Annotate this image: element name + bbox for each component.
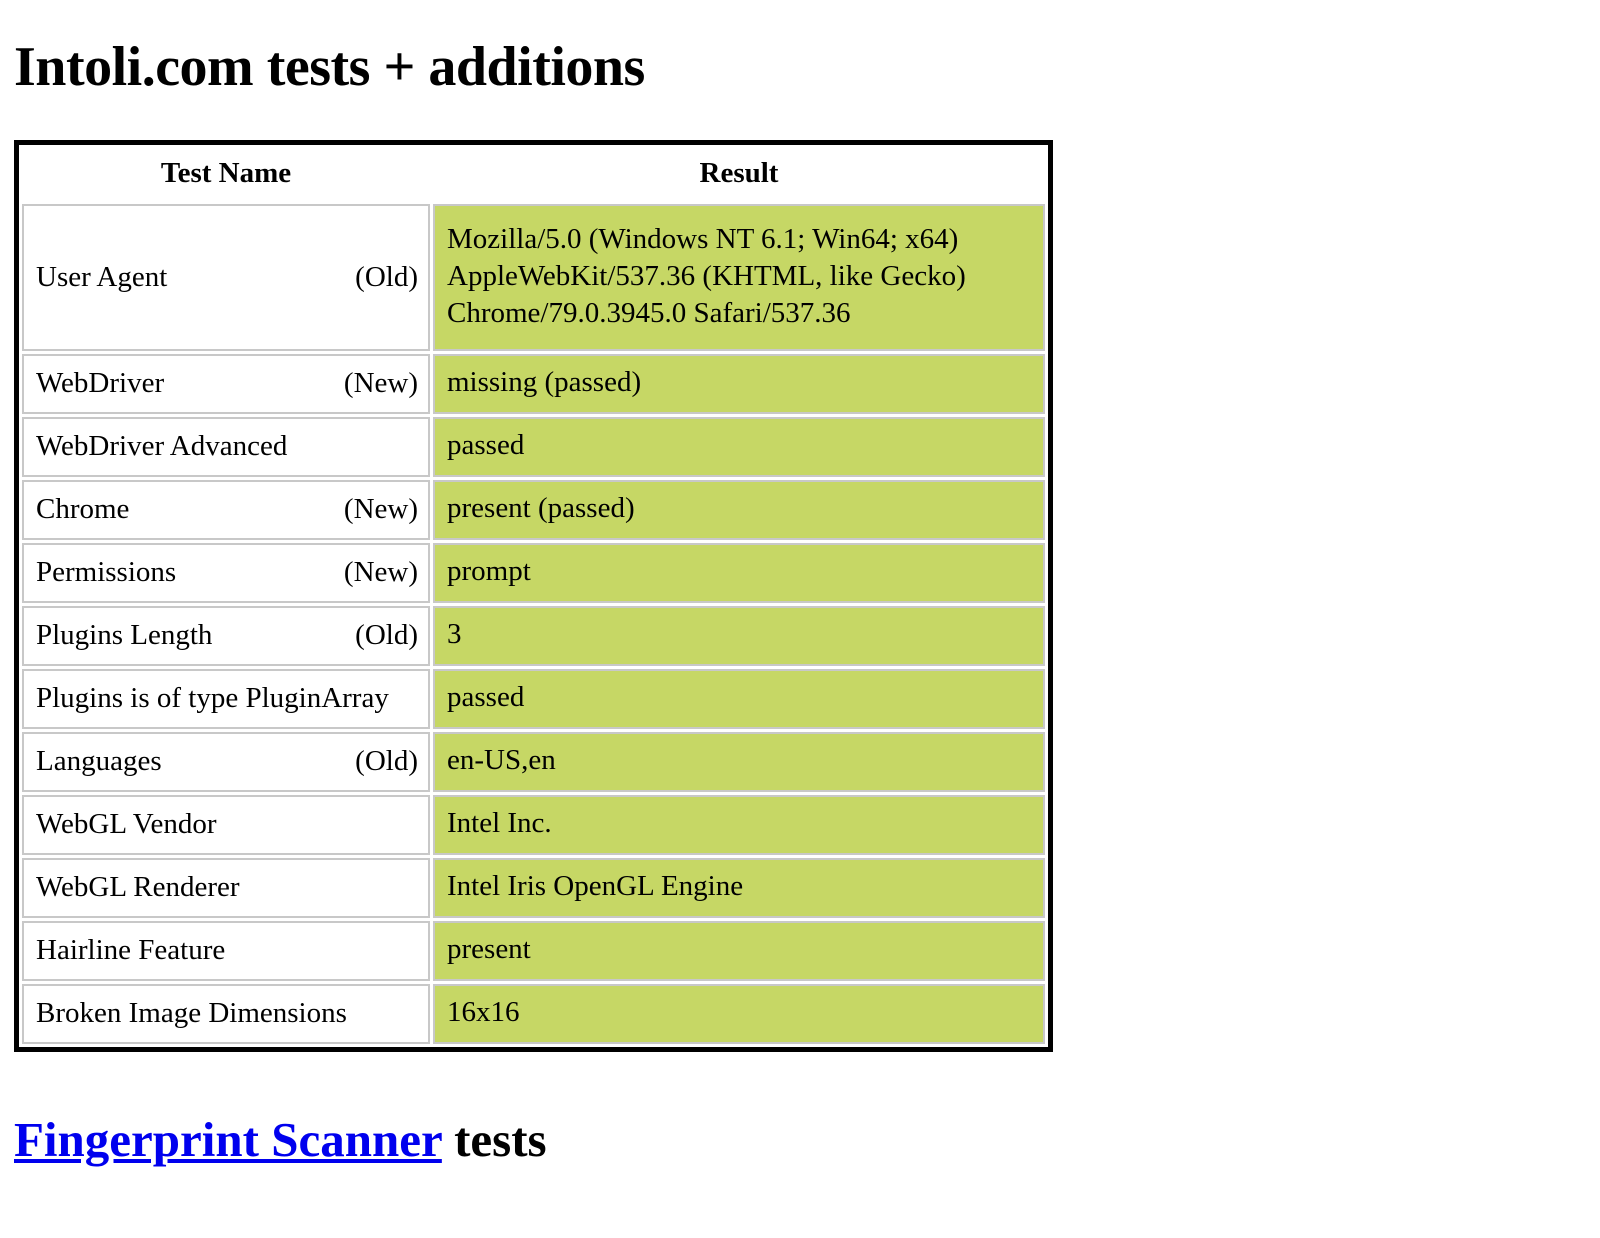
table-row: Permissions (New) prompt [22, 542, 1045, 603]
test-result-cell: present [433, 920, 1045, 981]
table-row: Languages (Old) en-US,en [22, 731, 1045, 792]
test-result-line: Chrome/79.0.3945.0 Safari/537.36 [447, 296, 851, 329]
test-name-inner: Plugins Length (Old) [24, 613, 428, 658]
results-table-container: Test Name Result User Agent (Old) Mozilla/… [14, 139, 1053, 1052]
test-result-value: 3 [447, 618, 462, 651]
test-name-tag: (Old) [355, 745, 418, 778]
test-result-cell: 3 [433, 605, 1045, 666]
test-name-tag: (New) [343, 556, 418, 589]
test-name-tag: (New) [343, 367, 418, 400]
test-name-cell: Hairline Feature [22, 920, 430, 981]
test-result-cell: en-US,en [433, 731, 1045, 792]
table-row: WebDriver Advanced passed [22, 416, 1045, 477]
test-name-inner: User Agent (Old) [24, 255, 428, 300]
test-result-cell: Intel Inc. [433, 794, 1045, 855]
table-row: WebGL Renderer Intel Iris OpenGL Engine [22, 857, 1045, 918]
page-root: Intoli.com tests + additions Test Name R… [0, 38, 1600, 1165]
table-row: Hairline Feature present [22, 920, 1045, 981]
test-result-cell: Mozilla/5.0 (Windows NT 6.1; Win64; x64)… [433, 203, 1045, 351]
test-name-cell: WebDriver (New) [22, 353, 430, 414]
test-name-label: WebGL Renderer [36, 871, 240, 904]
test-name-inner: Broken Image Dimensions [24, 991, 428, 1036]
fingerprint-results-table: Test Name Result User Agent (Old) Mozilla/… [14, 139, 1053, 1052]
test-name-cell: Languages (Old) [22, 731, 430, 792]
test-name-cell: WebGL Renderer [22, 857, 430, 918]
table-row: User Agent (Old) Mozilla/5.0 (Windows NT 6… [22, 203, 1045, 351]
test-name-inner: WebDriver (New) [24, 361, 428, 406]
test-name-tag: (Old) [355, 619, 418, 652]
test-result-cell: Intel Iris OpenGL Engine [433, 857, 1045, 918]
test-result-value: missing (passed) [447, 366, 642, 399]
test-name-inner: Permissions (New) [24, 550, 428, 595]
test-name-label: Plugins is of type PluginArray [36, 682, 389, 715]
test-name-cell: Plugins is of type PluginArray [22, 668, 430, 729]
test-name-label: Hairline Feature [36, 934, 226, 967]
test-result-value: passed [447, 681, 525, 714]
test-name-inner: WebDriver Advanced [24, 424, 428, 469]
test-name-cell: WebGL Vendor [22, 794, 430, 855]
test-result-cell: passed [433, 416, 1045, 477]
test-name-label: Chrome [36, 493, 130, 526]
table-row: WebGL Vendor Intel Inc. [22, 794, 1045, 855]
test-name-inner: Hairline Feature [24, 928, 428, 973]
test-result-value: 16x16 [447, 996, 520, 1029]
test-name-label: WebGL Vendor [36, 808, 217, 841]
test-name-inner: Chrome (New) [24, 487, 428, 532]
table-body: User Agent (Old) Mozilla/5.0 (Windows NT 6… [22, 203, 1045, 1044]
test-result-value: present [447, 933, 531, 966]
test-name-label: Plugins Length [36, 619, 213, 652]
fingerprint-scanner-heading-suffix: tests [441, 1111, 547, 1167]
test-result-cell: present (passed) [433, 479, 1045, 540]
test-name-label: Broken Image Dimensions [36, 997, 347, 1030]
test-name-label: Languages [36, 745, 162, 778]
test-result-value: passed [447, 429, 525, 462]
table-row: Chrome (New) present (passed) [22, 479, 1045, 540]
test-name-label: Permissions [36, 556, 177, 589]
test-name-cell: Permissions (New) [22, 542, 430, 603]
test-name-cell: Broken Image Dimensions [22, 983, 430, 1044]
test-name-label: WebDriver Advanced [36, 430, 288, 463]
table-header: Test Name Result [22, 147, 1045, 201]
table-row: Plugins is of type PluginArray passed [22, 668, 1045, 729]
test-name-inner: WebGL Vendor [24, 802, 428, 847]
test-name-cell: Chrome (New) [22, 479, 430, 540]
test-result-cell: missing (passed) [433, 353, 1045, 414]
fingerprint-scanner-link[interactable]: Fingerprint Scanner [14, 1112, 442, 1167]
test-name-label: WebDriver [36, 367, 165, 400]
table-row: Plugins Length (Old) 3 [22, 605, 1045, 666]
test-result-value: Intel Iris OpenGL Engine [447, 870, 744, 903]
test-name-label: User Agent [36, 260, 168, 293]
column-header-result: Result [433, 147, 1045, 201]
test-result-line: AppleWebKit/537.36 (KHTML, like Gecko) [447, 259, 966, 292]
table-row: WebDriver (New) missing (passed) [22, 353, 1045, 414]
test-result-value: Intel Inc. [447, 807, 552, 840]
column-header-test-name: Test Name [22, 147, 430, 201]
test-name-cell: Plugins Length (Old) [22, 605, 430, 666]
test-result-cell: 16x16 [433, 983, 1045, 1044]
fingerprint-scanner-heading: Fingerprint Scanner tests [14, 1114, 1600, 1165]
test-name-inner: Plugins is of type PluginArray [24, 676, 428, 721]
test-name-cell: User Agent (Old) [22, 203, 430, 351]
test-name-tag: (New) [343, 493, 418, 526]
test-name-cell: WebDriver Advanced [22, 416, 430, 477]
table-header-row: Test Name Result [22, 147, 1045, 201]
test-result-cell: passed [433, 668, 1045, 729]
test-result-value: present (passed) [447, 492, 635, 525]
test-result-line: Mozilla/5.0 (Windows NT 6.1; Win64; x64) [447, 222, 959, 255]
test-name-inner: WebGL Renderer [24, 865, 428, 910]
table-row: Broken Image Dimensions 16x16 [22, 983, 1045, 1044]
test-result-value: en-US,en [447, 744, 556, 777]
test-name-tag: (Old) [355, 260, 418, 293]
page-title: Intoli.com tests + additions [14, 36, 645, 98]
test-result-value: prompt [447, 555, 531, 588]
test-name-inner: Languages (Old) [24, 739, 428, 784]
test-result-cell: prompt [433, 542, 1045, 603]
